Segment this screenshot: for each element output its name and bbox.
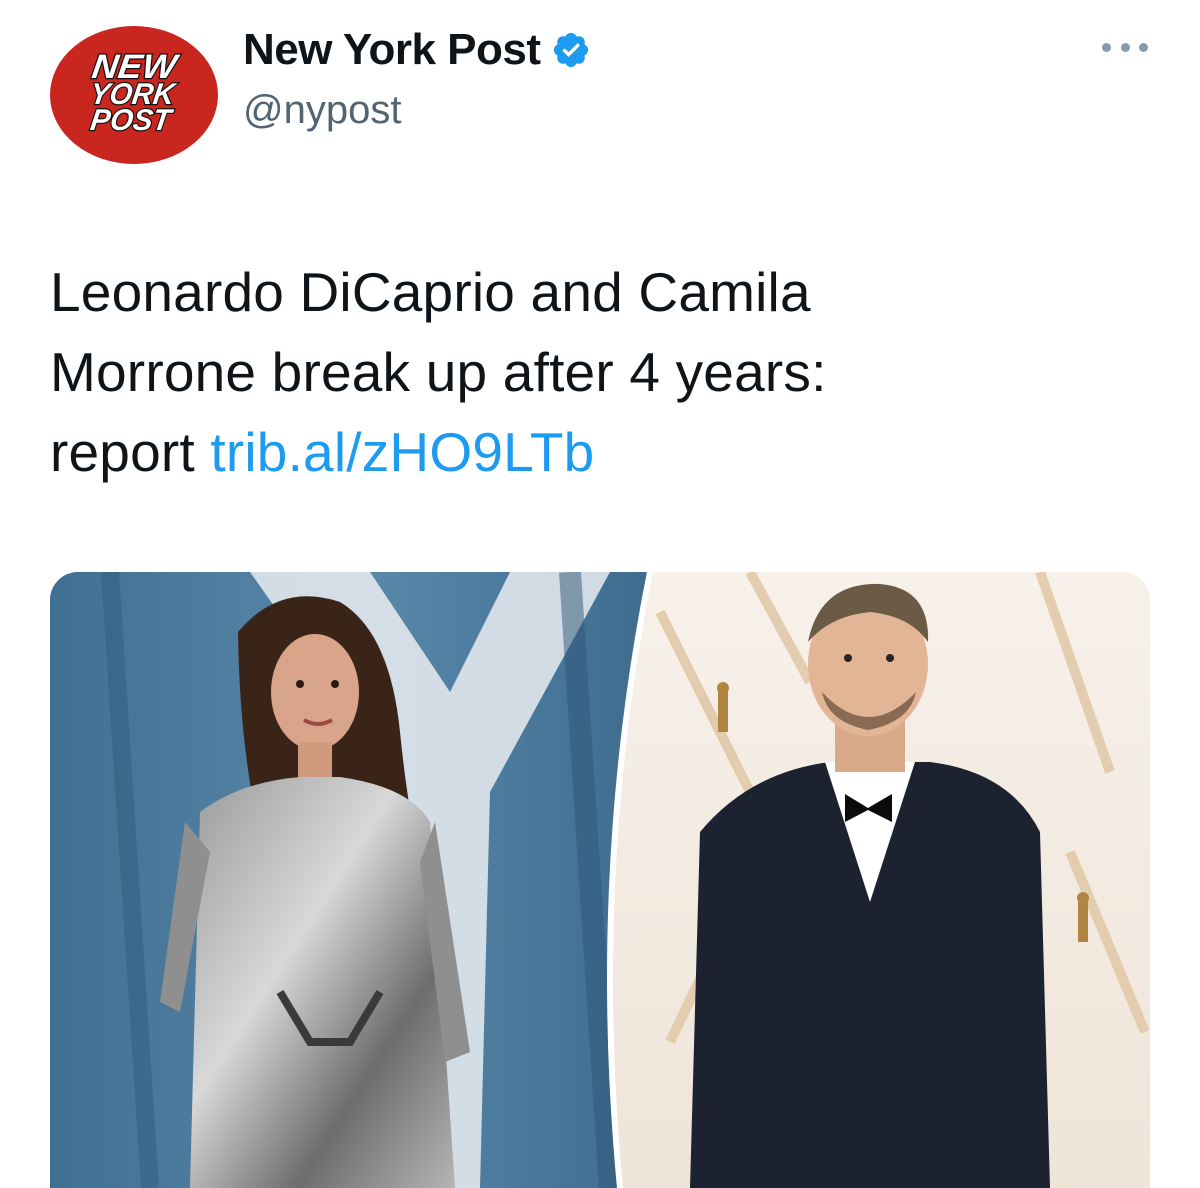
- right-photo: [590, 572, 1150, 1188]
- tweet-media-image[interactable]: [50, 572, 1150, 1188]
- tweet-link[interactable]: trib.al/zHO9LTb: [210, 421, 594, 483]
- photo-collage: [50, 572, 1150, 1188]
- account-name-row: New York Post: [243, 24, 591, 76]
- tweet-text-line: Morrone break up after 4 years:: [50, 341, 827, 403]
- left-photo: [50, 572, 650, 1188]
- tweet-text-line: report trib.al/zHO9LTb: [50, 412, 1150, 492]
- new-york-post-logo: NEW YORK POST: [50, 26, 218, 164]
- tweet-text: Leonardo DiCaprio and Camila Morrone bre…: [50, 252, 1150, 492]
- more-dots-icon[interactable]: [1102, 36, 1148, 58]
- account-handle[interactable]: @nypost: [243, 88, 401, 133]
- avatar[interactable]: NEW YORK POST: [50, 26, 218, 164]
- display-name[interactable]: New York Post: [243, 25, 541, 75]
- tweet-text-line: Leonardo DiCaprio and Camila: [50, 261, 811, 323]
- tweet-text-word: report: [50, 421, 211, 483]
- tweet: NEW YORK POST New York Post @nypost Leon…: [0, 0, 1200, 1188]
- svg-text:POST: POST: [88, 104, 175, 137]
- verified-badge-icon: [551, 30, 591, 70]
